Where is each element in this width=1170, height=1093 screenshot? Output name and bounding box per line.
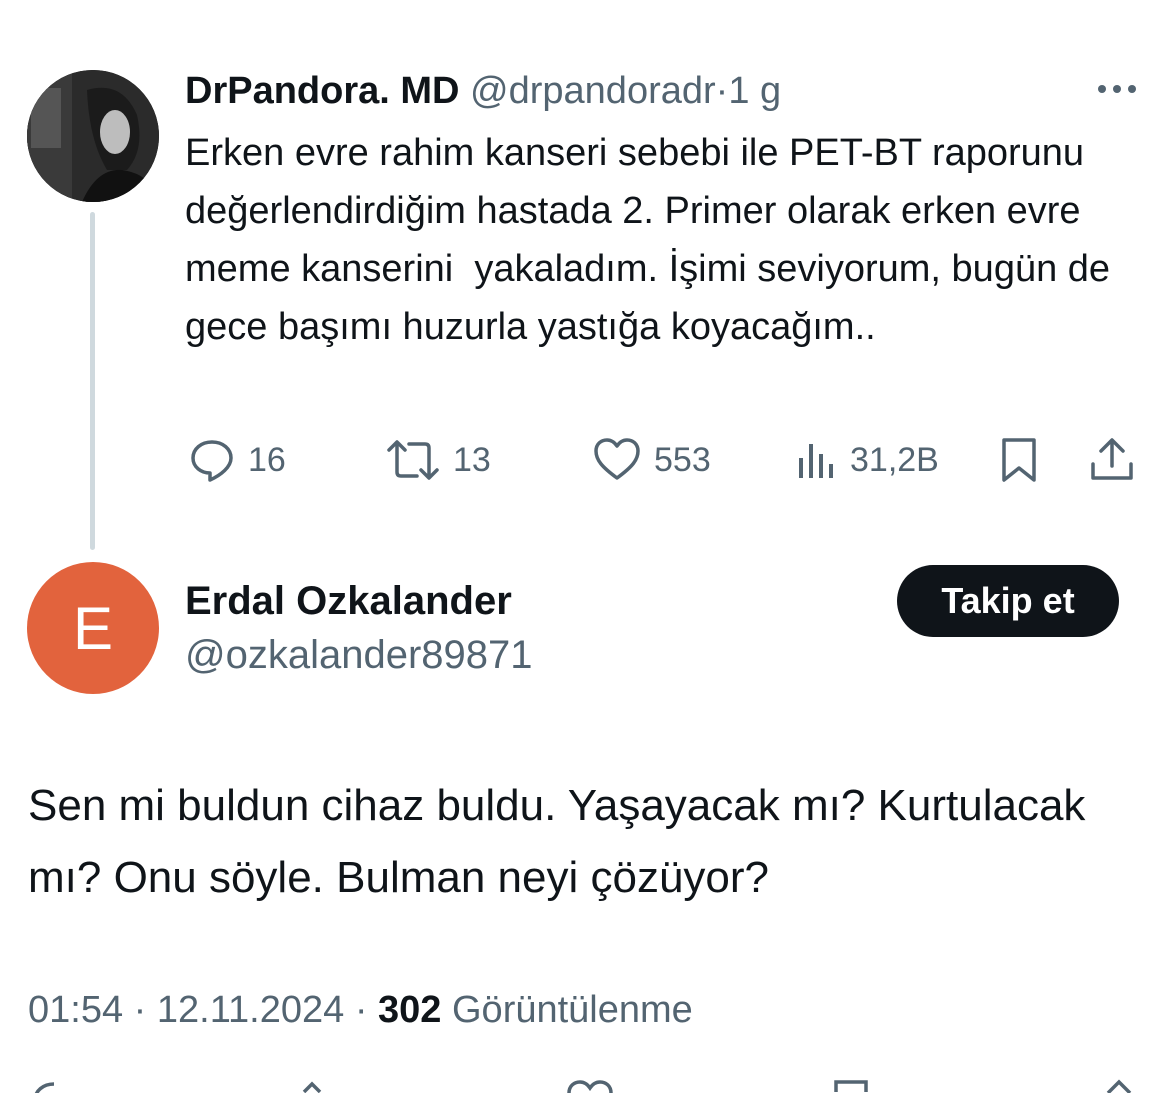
bookmark-button[interactable] <box>998 435 1040 485</box>
tweet-text: Erken evre rahim kanseri sebebi ile PET-… <box>185 132 1121 348</box>
tweet-time[interactable]: 01:54 <box>28 989 123 1031</box>
timestamp[interactable]: 1 g <box>728 70 781 112</box>
repost-count: 13 <box>453 440 491 479</box>
view-count: 302 <box>378 989 442 1031</box>
avatar[interactable] <box>27 70 159 202</box>
thread-line <box>90 212 95 550</box>
like-icon <box>594 438 640 480</box>
tweet-text: Sen mi buldun cihaz buldu. Yaşayacak mı?… <box>28 781 1086 902</box>
views-icon <box>799 444 833 478</box>
reply-button[interactable]: 16 <box>188 435 286 485</box>
bookmark-icon[interactable] <box>830 1078 872 1093</box>
more-icon[interactable] <box>1093 74 1141 104</box>
repost-icon[interactable] <box>300 1078 348 1093</box>
views-button[interactable]: 31,2B <box>796 435 939 485</box>
user-handle[interactable]: @ozkalander89871 <box>185 630 533 680</box>
reply-count: 16 <box>248 440 286 479</box>
follow-button-label: Takip et <box>941 580 1075 621</box>
avatar[interactable]: E <box>27 562 159 694</box>
tweet-date[interactable]: 12.11.2024 <box>157 989 344 1031</box>
avatar-letter: E <box>72 594 114 662</box>
share-button[interactable] <box>1088 435 1136 485</box>
views-count: 31,2B <box>850 440 939 479</box>
like-icon[interactable] <box>565 1078 615 1093</box>
display-name[interactable]: Erdal Ozkalander <box>185 576 512 626</box>
share-icon <box>1091 438 1133 480</box>
separator: · <box>133 989 147 1031</box>
repost-button[interactable]: 13 <box>385 435 491 485</box>
view-label: Görüntülenme <box>452 989 693 1031</box>
bookmark-icon <box>1002 438 1036 482</box>
user-handle[interactable]: @drpandoradr <box>470 70 716 112</box>
like-count: 553 <box>654 440 711 479</box>
like-button[interactable]: 553 <box>592 435 711 485</box>
repost-icon <box>387 440 439 480</box>
tweet-header: DrPandora. MD @drpandoradr·1 g <box>185 66 781 116</box>
tweet-meta: 01:54 · 12.11.2024 · 302 Görüntülenme <box>28 982 693 1038</box>
display-name[interactable]: DrPandora. MD <box>185 70 459 112</box>
separator: · <box>715 70 729 112</box>
share-icon[interactable] <box>1095 1078 1143 1093</box>
reply-icon <box>191 440 233 482</box>
separator: · <box>354 989 368 1031</box>
reply-icon[interactable] <box>30 1078 78 1093</box>
follow-button[interactable]: Takip et <box>897 565 1119 637</box>
